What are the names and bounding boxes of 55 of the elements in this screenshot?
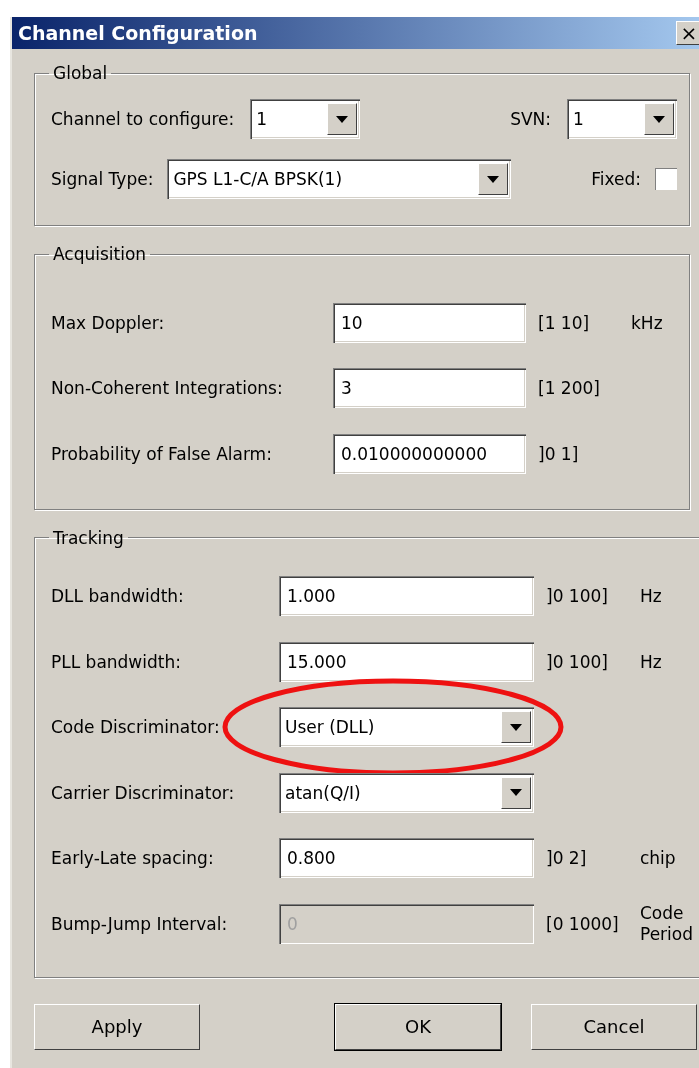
input-field[interactable]: 1.000	[279, 576, 534, 617]
caret-icon	[487, 175, 500, 183]
range-label: [0 1000]	[545, 913, 620, 934]
unit-label: kHz	[630, 312, 664, 333]
caret-icon	[510, 789, 522, 797]
unit-label: Hz	[639, 586, 663, 607]
input-field[interactable]: 10	[333, 302, 526, 343]
dropdown[interactable]: 1	[250, 99, 361, 139]
dialog-button[interactable]: OK	[335, 1003, 501, 1050]
dropdown-button[interactable]	[478, 163, 509, 195]
group-title: Acquisition	[52, 244, 148, 264]
field-label: Probability of False Alarm:	[51, 443, 273, 464]
field-label: Signal Type:	[51, 169, 154, 189]
group-title: Tracking	[52, 527, 125, 548]
dialog-button[interactable]: Apply	[34, 1003, 200, 1050]
caret-icon	[510, 723, 522, 731]
field-label: Early-Late spacing:	[51, 848, 215, 869]
dropdown-button[interactable]	[327, 103, 358, 135]
dropdown[interactable]: 1	[567, 99, 677, 139]
field-label: DLL bandwidth:	[51, 586, 185, 607]
field-label: Max Doppler:	[51, 312, 166, 333]
dropdown[interactable]: GPS L1-C/A BPSK(1)	[167, 159, 512, 199]
input-field[interactable]: 0.010000000000	[333, 433, 526, 474]
caret-icon	[336, 115, 349, 123]
field-label: Carrier Discriminator:	[51, 782, 236, 803]
range-label: [1 10]	[537, 312, 591, 333]
dropdown-button[interactable]	[501, 776, 531, 809]
unit-label: Code Period	[639, 903, 693, 945]
checkbox[interactable]	[655, 168, 677, 190]
field-label: Fixed:	[591, 169, 641, 189]
field-label: SVN:	[510, 109, 551, 129]
input-field[interactable]: 3	[333, 368, 526, 409]
range-label: ]0 1]	[537, 443, 580, 464]
field-label: Code Discriminator:	[51, 717, 221, 738]
field-label: Non-Coherent Integrations:	[51, 378, 284, 399]
caret-icon	[653, 115, 665, 123]
dialog-button[interactable]: Cancel	[531, 1003, 697, 1050]
dropdown-button[interactable]	[644, 103, 674, 135]
dropdown[interactable]: atan(Q/I)	[279, 772, 534, 813]
field-label: Bump-Jump Interval:	[51, 913, 229, 934]
unit-label: Hz	[639, 651, 663, 672]
unit-label: chip	[639, 848, 677, 869]
field-label: Channel to configure:	[51, 109, 235, 129]
range-label: ]0 100]	[545, 651, 609, 672]
input-field[interactable]: 15.000	[279, 641, 534, 682]
window-title: Channel Configuration	[18, 22, 258, 44]
group-title: Global	[52, 63, 109, 83]
dropdown[interactable]: User (DLL)	[279, 707, 534, 748]
dropdown-button[interactable]	[501, 711, 531, 744]
close-button[interactable]: ×	[676, 21, 699, 45]
range-label: [1 200]	[537, 378, 601, 399]
field-label: PLL bandwidth:	[51, 651, 182, 672]
input-field[interactable]: 0.800	[279, 838, 534, 879]
range-label: ]0 2]	[545, 848, 588, 869]
range-label: ]0 100]	[545, 586, 609, 607]
